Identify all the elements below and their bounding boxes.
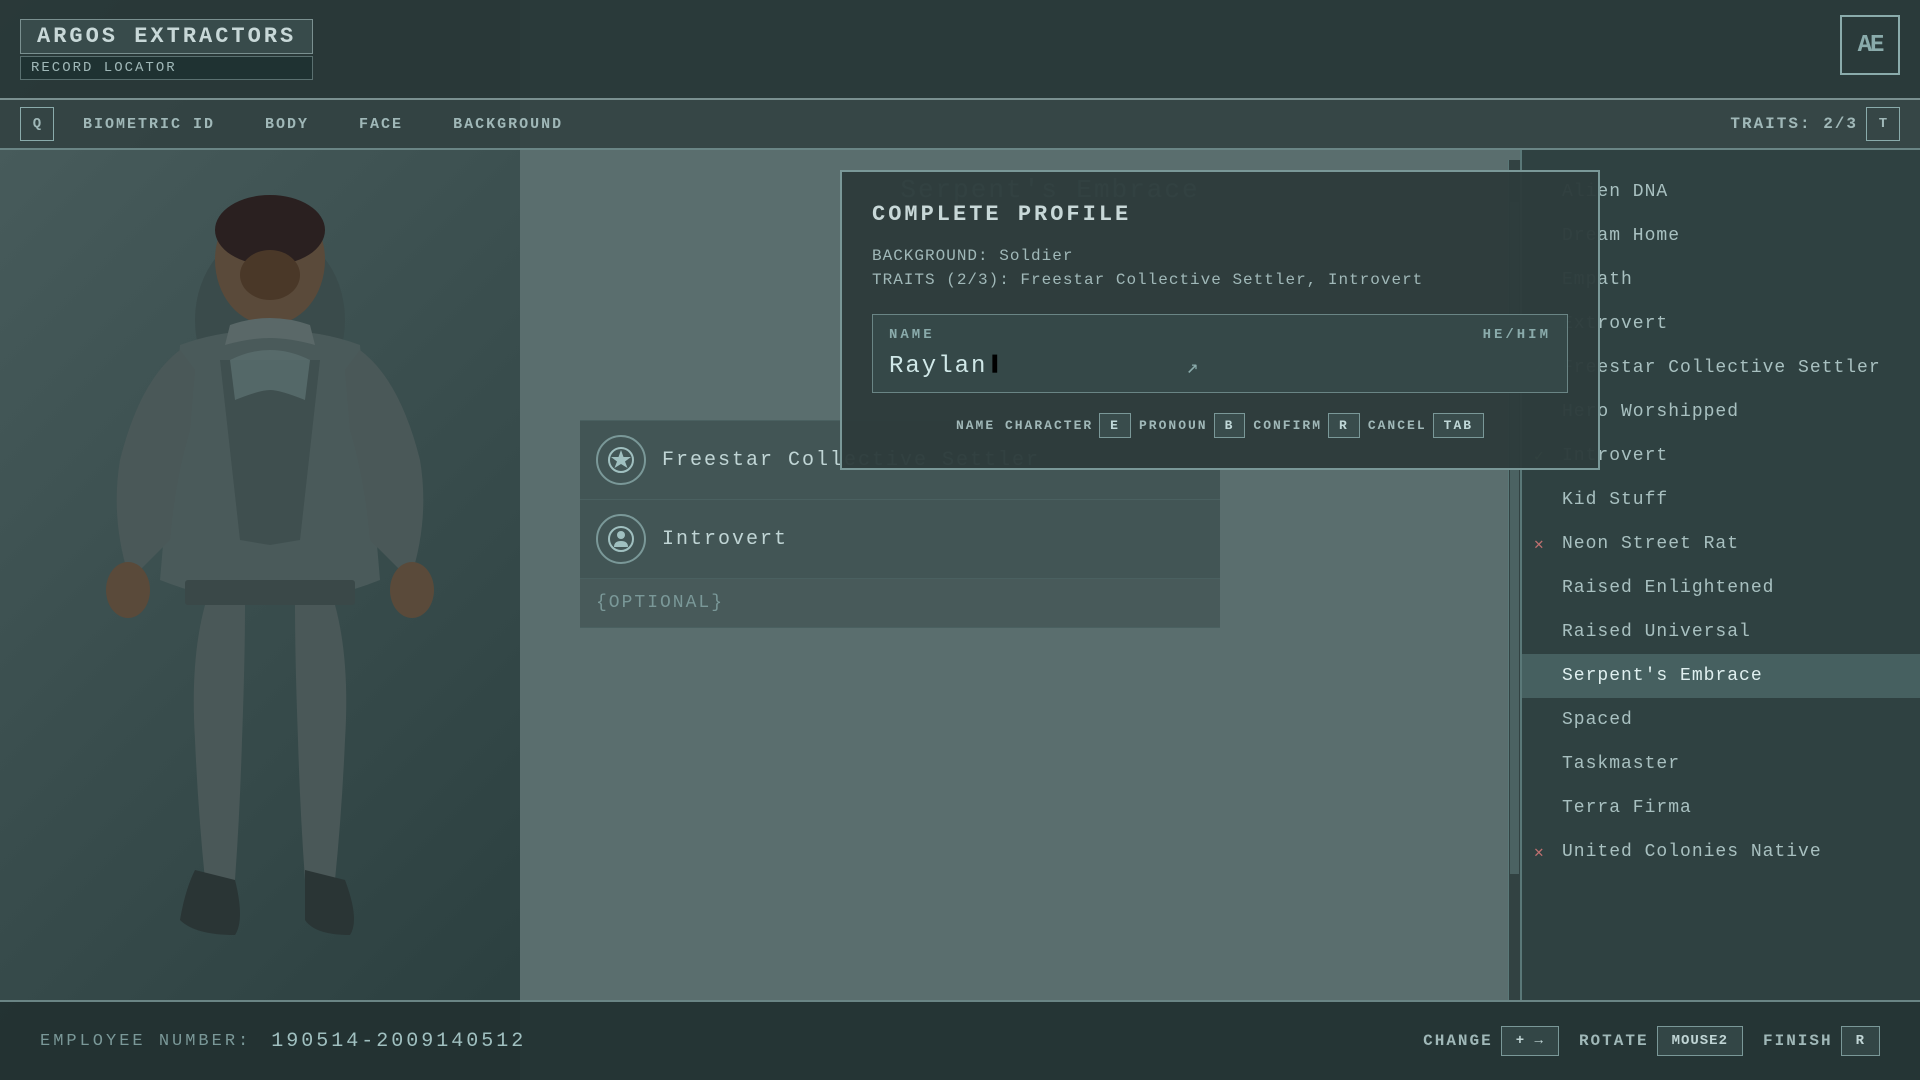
- name-cursor: ▌: [992, 355, 1006, 379]
- finish-key: R: [1841, 1026, 1880, 1056]
- modal-background-info: BACKGROUND: Soldier: [872, 247, 1568, 265]
- character-background: [0, 0, 520, 1080]
- rotate-action[interactable]: ROTATE MOUSE2: [1579, 1026, 1743, 1056]
- nav-tabs: Q BIOMETRIC ID BODY FACE BACKGROUND TRAI…: [0, 100, 1920, 150]
- character-image: [20, 160, 520, 980]
- bottom-bar: EMPLOYEE NUMBER: 190514-2009140512 CHANG…: [0, 1000, 1920, 1080]
- cancel-label: CANCEL: [1368, 418, 1427, 433]
- tab-body[interactable]: BODY: [244, 109, 330, 140]
- confirm-key: R: [1328, 413, 1360, 438]
- cancel-key: TAB: [1433, 413, 1484, 438]
- name-character-key: E: [1099, 413, 1131, 438]
- modal-name-header: NAME HE/HIM: [889, 327, 1551, 343]
- pronoun-btn[interactable]: PRONOUN B: [1139, 413, 1245, 438]
- complete-profile-modal: COMPLETE PROFILE BACKGROUND: Soldier TRA…: [840, 170, 1600, 470]
- employee-label: EMPLOYEE NUMBER:: [40, 1032, 251, 1051]
- tab-face[interactable]: FACE: [338, 109, 424, 140]
- t-button[interactable]: T: [1866, 107, 1900, 141]
- modal-overlay: COMPLETE PROFILE BACKGROUND: Soldier TRA…: [520, 150, 1920, 1000]
- company-info: ARGOS EXTRACTORS RECORD LOCATOR: [20, 19, 313, 80]
- traits-indicator: TRAITS: 2/3: [1730, 115, 1858, 133]
- rotate-key: MOUSE2: [1657, 1026, 1743, 1056]
- record-locator: RECORD LOCATOR: [20, 56, 313, 80]
- cursor-arrow: ↗: [1186, 354, 1198, 380]
- tab-background[interactable]: BACKGROUND: [432, 109, 584, 140]
- cancel-btn[interactable]: CANCEL TAB: [1368, 413, 1484, 438]
- q-button[interactable]: Q: [20, 107, 54, 141]
- pronoun-key: B: [1214, 413, 1246, 438]
- name-label: NAME: [889, 327, 935, 343]
- name-character-btn[interactable]: NAME CHARACTER E: [956, 413, 1131, 438]
- confirm-label: CONFIRM: [1253, 418, 1322, 433]
- ae-logo: AE: [1840, 15, 1900, 75]
- rotate-label: ROTATE: [1579, 1032, 1649, 1050]
- name-value: Raylan: [889, 353, 987, 380]
- modal-actions: NAME CHARACTER E PRONOUN B CONFIRM R CAN…: [872, 413, 1568, 438]
- modal-name-section: NAME HE/HIM Raylan ▌ ↗: [872, 314, 1568, 393]
- change-action[interactable]: CHANGE + →: [1423, 1026, 1559, 1056]
- modal-traits-info: TRAITS (2/3): Freestar Collective Settle…: [872, 271, 1568, 289]
- top-bar: ARGOS EXTRACTORS RECORD LOCATOR AE: [0, 0, 1920, 100]
- name-character-label: NAME CHARACTER: [956, 418, 1093, 433]
- company-name: ARGOS EXTRACTORS: [20, 19, 313, 54]
- pronoun-action-label: PRONOUN: [1139, 418, 1208, 433]
- change-label: CHANGE: [1423, 1032, 1493, 1050]
- bottom-actions: CHANGE + → ROTATE MOUSE2 FINISH R: [1423, 1026, 1880, 1056]
- pronoun-label: HE/HIM: [1483, 327, 1551, 343]
- change-key: + →: [1501, 1026, 1559, 1056]
- character-svg: [20, 160, 520, 980]
- employee-number: 190514-2009140512: [271, 1030, 526, 1053]
- finish-label: FINISH: [1763, 1032, 1833, 1050]
- finish-action[interactable]: FINISH R: [1763, 1026, 1880, 1056]
- tab-biometric-id[interactable]: BIOMETRIC ID: [62, 109, 236, 140]
- modal-title: COMPLETE PROFILE: [872, 202, 1568, 227]
- confirm-btn[interactable]: CONFIRM R: [1253, 413, 1359, 438]
